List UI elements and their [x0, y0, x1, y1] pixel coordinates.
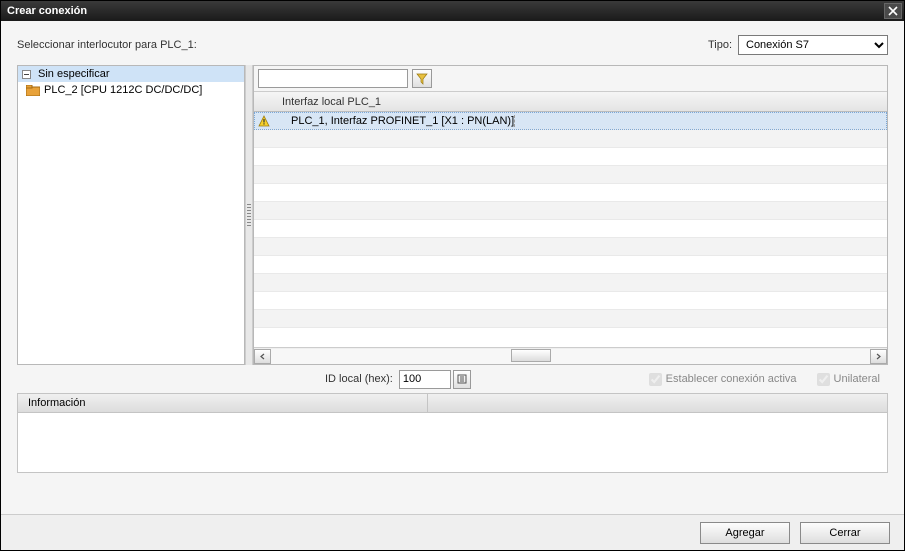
grid-body[interactable]: PLC_1, Interfaz PROFINET_1 [X1 : PN(LAN)…	[254, 112, 887, 347]
type-label: Tipo:	[708, 39, 732, 51]
params-row: ID local (hex): Establecer conexión acti…	[17, 365, 888, 393]
titlebar: Crear conexión	[1, 1, 904, 21]
checkbox-active	[649, 373, 662, 386]
mid-row: Sin especificar PLC_2 [CPU 1212C DC/DC/D…	[17, 65, 888, 365]
warning-icon	[254, 115, 274, 127]
filter-icon[interactable]	[412, 69, 432, 88]
close-button[interactable]: Cerrar	[800, 522, 890, 544]
filter-row	[254, 66, 887, 92]
splitter[interactable]	[245, 65, 253, 365]
idlocal-input[interactable]	[399, 370, 451, 389]
info-header-col: Información	[18, 394, 428, 412]
grid-row-empty	[254, 256, 887, 274]
dialog-content: Seleccionar interlocutor para PLC_1: Tip…	[1, 21, 904, 514]
checkbox-active-wrap: Establecer conexión activa	[649, 373, 797, 386]
filter-input[interactable]	[258, 69, 408, 88]
grid-header: Interfaz local PLC_1	[254, 92, 887, 112]
horizontal-scrollbar[interactable]	[254, 347, 887, 364]
checkbox-active-label: Establecer conexión activa	[666, 373, 797, 385]
tree-item-plc2[interactable]: PLC_2 [CPU 1212C DC/DC/DC]	[18, 82, 244, 98]
grid-row-empty	[254, 148, 887, 166]
prompt-text: Seleccionar interlocutor para PLC_1:	[17, 39, 708, 51]
tree-item-label: PLC_2 [CPU 1212C DC/DC/DC]	[44, 84, 202, 96]
device-icon	[26, 85, 40, 96]
grid-row-empty	[254, 310, 887, 328]
grid-row-empty	[254, 292, 887, 310]
top-row: Seleccionar interlocutor para PLC_1: Tip…	[17, 35, 888, 55]
interface-panel: Interfaz local PLC_1 PLC_1, Interfaz PRO…	[253, 65, 888, 365]
info-header-col2	[428, 394, 887, 412]
checkbox-unilateral-wrap: Unilateral	[817, 373, 880, 386]
dialog-footer: Agregar Cerrar	[1, 514, 904, 550]
scroll-thumb[interactable]	[511, 349, 551, 362]
grid-header-label: Interfaz local PLC_1	[282, 96, 381, 108]
grid-row-empty	[254, 184, 887, 202]
tree-item-unspecified[interactable]: Sin especificar	[18, 66, 244, 82]
add-button[interactable]: Agregar	[700, 522, 790, 544]
close-icon[interactable]	[884, 3, 902, 19]
info-body	[17, 413, 888, 473]
partner-tree[interactable]: Sin especificar PLC_2 [CPU 1212C DC/DC/D…	[17, 65, 245, 365]
grid-row-empty	[254, 238, 887, 256]
checkbox-unilateral	[817, 373, 830, 386]
tree-item-label: Sin especificar	[38, 68, 110, 80]
grid-cell: PLC_1, Interfaz PROFINET_1 [X1 : PN(LAN)…	[274, 115, 515, 127]
type-select[interactable]: Conexión S7	[738, 35, 888, 55]
window-title: Crear conexión	[7, 5, 884, 17]
grid-row-empty	[254, 130, 887, 148]
grid-row[interactable]: PLC_1, Interfaz PROFINET_1 [X1 : PN(LAN)…	[254, 112, 887, 130]
scroll-right-icon[interactable]	[870, 349, 887, 364]
info-header: Información	[17, 393, 888, 413]
collapse-icon[interactable]	[22, 70, 31, 79]
dialog-window: Crear conexión Seleccionar interlocutor …	[0, 0, 905, 551]
idlocal-label: ID local (hex):	[325, 373, 393, 385]
grid-row-empty	[254, 202, 887, 220]
idlocal-picker-icon[interactable]	[453, 370, 471, 389]
grid-row-empty	[254, 220, 887, 238]
scroll-track[interactable]	[271, 349, 870, 364]
scroll-left-icon[interactable]	[254, 349, 271, 364]
grid-row-empty	[254, 166, 887, 184]
grid-row-empty	[254, 274, 887, 292]
checkbox-unilateral-label: Unilateral	[834, 373, 880, 385]
